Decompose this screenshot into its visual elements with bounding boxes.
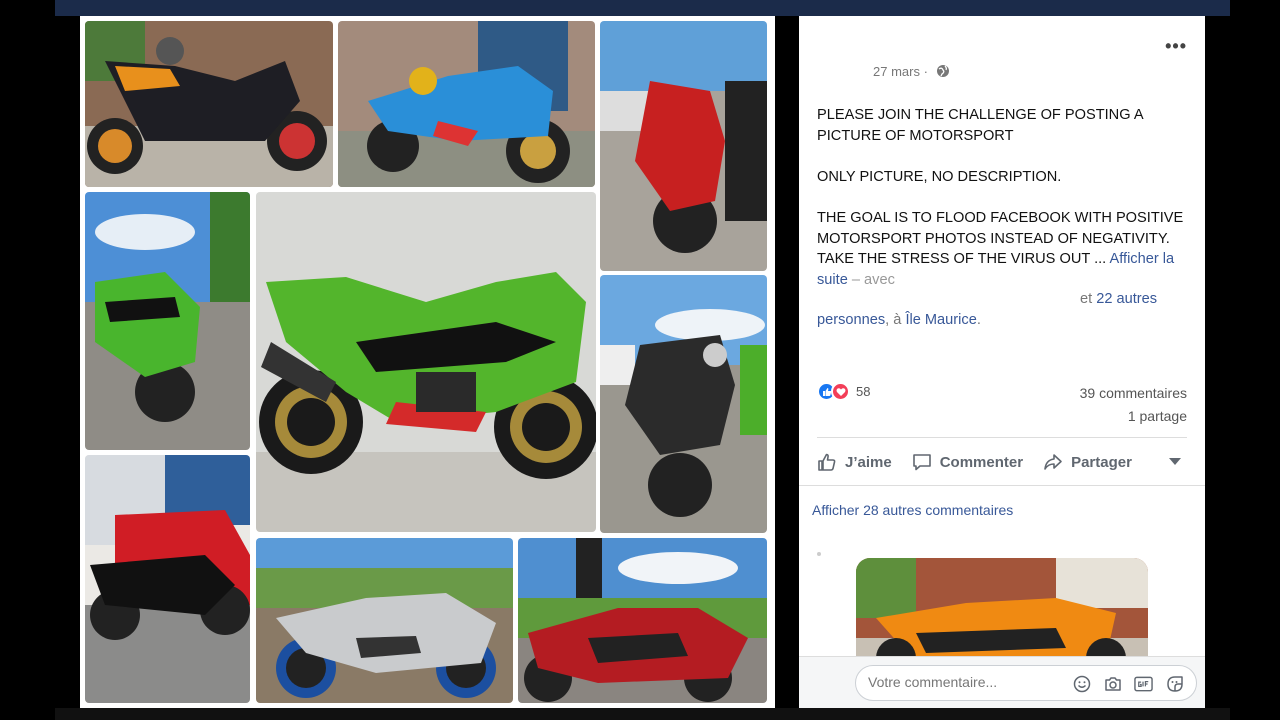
photo-black-bike-red-car (85, 455, 250, 703)
action-bar: J’aime Commenter Partager (817, 444, 1187, 480)
commenter-avatar[interactable] (817, 552, 821, 556)
thumbs-up-icon (818, 453, 836, 471)
post-paragraph-last: THE GOAL IS TO FLOOD FACEBOOK WITH POSIT… (817, 208, 1189, 290)
photo-naked-streetfighter (600, 275, 767, 533)
composer-icons (1072, 674, 1184, 693)
tag-others-link[interactable]: 22 autres (1096, 291, 1157, 307)
photo-red-bike-gravel (600, 21, 767, 271)
photo-silver-sport-bike (256, 538, 513, 703)
comment-input-box[interactable] (855, 665, 1197, 701)
photo-green-kawasaki (85, 192, 250, 450)
photo-blue-sport-bike (338, 21, 595, 187)
speech-bubble-icon (912, 454, 931, 471)
photo-kawasaki-zx10r (256, 192, 596, 532)
camera-icon[interactable] (1103, 674, 1122, 693)
divider (817, 437, 1187, 438)
post-body: PLEASE JOIN THE CHALLENGE OF POSTING A P… (817, 105, 1189, 311)
comments-count-link[interactable]: 39 commentaires (1080, 385, 1187, 401)
shares-count-link[interactable]: 1 partage (1128, 408, 1187, 424)
divider (799, 485, 1205, 486)
tag-people-link[interactable]: personnes (817, 312, 885, 328)
share-arrow-icon (1044, 454, 1062, 470)
sticker-icon[interactable] (1165, 674, 1184, 693)
tag-place-link[interactable]: Île Maurice (905, 312, 976, 328)
reactions-summary[interactable]: 58 (817, 382, 870, 401)
photo-red-ninja-rider (518, 538, 767, 703)
share-label: Partager (1071, 453, 1132, 471)
with-label: – avec (847, 271, 895, 288)
comment-button[interactable]: Commenter (912, 452, 1023, 472)
share-button[interactable]: Partager (1043, 452, 1132, 472)
view-more-comments-link[interactable]: Afficher 28 autres commentaires (812, 502, 1013, 518)
comment-input[interactable] (868, 674, 1058, 690)
comment-photo-orange-bike[interactable] (856, 558, 1148, 670)
globe-icon (937, 65, 949, 77)
comment-label: Commenter (939, 453, 1024, 471)
photo-orange-naked-bike (85, 21, 333, 187)
post-ellipsis: ... (1090, 251, 1110, 268)
tag-and-label: et (1080, 291, 1097, 307)
comment-composer (799, 656, 1205, 708)
post-paragraph: ONLY PICTURE, NO DESCRIPTION. (817, 168, 1062, 185)
gif-icon[interactable] (1134, 674, 1153, 693)
facebook-topbar-background (55, 0, 1230, 16)
post-date[interactable]: 27 mars · (873, 64, 928, 79)
reactions-count: 58 (856, 384, 871, 399)
more-options-button[interactable]: ••• (1165, 36, 1187, 57)
like-button[interactable]: J’aime (817, 452, 892, 472)
photo-viewer[interactable] (80, 16, 775, 708)
tag-end-label: . (976, 312, 981, 328)
tagged-people: et 22 autres personnes, à Île Maurice. (817, 289, 1189, 331)
post-paragraph: PLEASE JOIN THE CHALLENGE OF POSTING A P… (817, 107, 1143, 144)
like-label: J’aime (845, 453, 892, 471)
facebook-bottom-background (55, 708, 1230, 720)
smiley-icon[interactable] (1072, 674, 1091, 693)
caret-down-icon[interactable] (1169, 458, 1181, 466)
tag-at-label: , à (885, 312, 906, 328)
heart-icon (831, 382, 850, 401)
post-panel: ••• 27 mars · PLEASE JOIN THE CHALLENGE … (799, 16, 1205, 708)
